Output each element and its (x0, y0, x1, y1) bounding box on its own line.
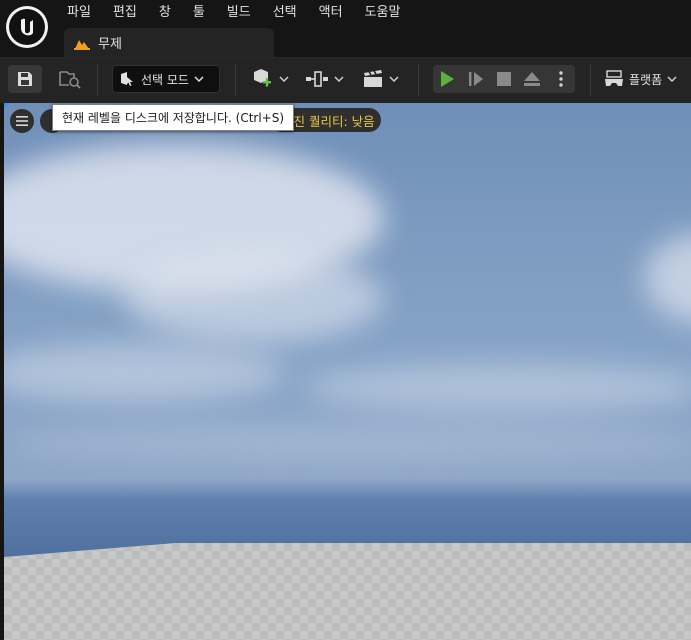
advance-frame-button[interactable] (463, 65, 489, 93)
hamburger-icon (16, 116, 28, 126)
level-icon (74, 39, 90, 50)
clapperboard-icon (363, 70, 382, 87)
title-bar: 파일 편집 창 툴 빌드 선택 액터 도움말 무제 (0, 0, 691, 57)
selection-mode-icon (121, 72, 133, 86)
sky-cloud (304, 363, 691, 413)
menu-tools[interactable]: 툴 (182, 1, 216, 25)
menu-window[interactable]: 창 (148, 1, 182, 25)
browse-icon (59, 71, 81, 89)
menu-bar: 파일 편집 창 툴 빌드 선택 액터 도움말 (56, 0, 411, 26)
skip-forward-icon (468, 72, 483, 86)
blueprint-icon (305, 71, 328, 87)
more-vertical-icon (559, 71, 563, 87)
viewport-options-button[interactable] (10, 109, 34, 133)
toolbar-divider (235, 64, 236, 96)
platforms-dropdown[interactable]: 플랫폼 (603, 65, 691, 93)
add-actor-button[interactable] (246, 65, 292, 93)
menu-actor[interactable]: 액터 (308, 1, 354, 25)
main-toolbar: 선택 모드 플랫폼 (0, 57, 691, 103)
browse-level-button[interactable] (54, 65, 86, 93)
menu-build[interactable]: 빌드 (216, 1, 262, 25)
viewport-focus-indicator (4, 103, 10, 109)
unreal-logo-icon[interactable] (6, 6, 48, 48)
level-tab-label: 무제 (98, 37, 122, 52)
stop-button[interactable] (491, 65, 517, 93)
toolbar-divider (97, 64, 98, 96)
chevron-down-icon (278, 76, 289, 82)
save-icon (18, 72, 32, 86)
play-icon (441, 71, 455, 87)
chevron-down-icon (388, 76, 399, 82)
level-viewport[interactable]: 리진 퀄리티: 낮음 (4, 103, 691, 640)
blueprint-button[interactable] (302, 65, 346, 93)
platforms-label: 플랫폼 (629, 72, 663, 87)
add-actor-icon (253, 69, 271, 87)
sky-cloud (4, 423, 691, 463)
selection-mode-label: 선택 모드 (141, 72, 189, 87)
ground-plane (4, 543, 691, 640)
eject-icon (524, 72, 541, 86)
toolbar-divider (590, 64, 591, 96)
sky-cloud (124, 253, 384, 343)
play-options-button[interactable] (548, 65, 574, 93)
cinematics-button[interactable] (358, 65, 402, 93)
chevron-down-icon (194, 76, 204, 82)
gamepad-icon (605, 70, 623, 86)
save-button[interactable] (8, 65, 42, 93)
menu-help[interactable]: 도움말 (354, 1, 412, 25)
selection-mode-dropdown[interactable]: 선택 모드 (112, 65, 220, 93)
toolbar-divider (418, 64, 419, 96)
level-tab[interactable]: 무제 (64, 28, 274, 57)
play-button[interactable] (434, 65, 460, 93)
scalability-warning-text: 리진 퀄리티: 낮음 (282, 113, 375, 129)
chevron-down-icon (667, 76, 677, 82)
stop-icon (496, 72, 511, 86)
save-tooltip: 현재 레벨을 디스크에 저장합니다. (Ctrl+S) (52, 104, 295, 131)
chevron-down-icon (333, 76, 344, 82)
save-tooltip-text: 현재 레벨을 디스크에 저장합니다. (Ctrl+S) (62, 111, 285, 125)
menu-edit[interactable]: 편집 (102, 1, 148, 25)
sky-cloud (4, 343, 284, 403)
menu-file[interactable]: 파일 (56, 1, 102, 25)
eject-button[interactable] (519, 65, 545, 93)
menu-select[interactable]: 선택 (262, 1, 308, 25)
play-controls (433, 65, 575, 93)
sky-cloud (644, 233, 691, 323)
